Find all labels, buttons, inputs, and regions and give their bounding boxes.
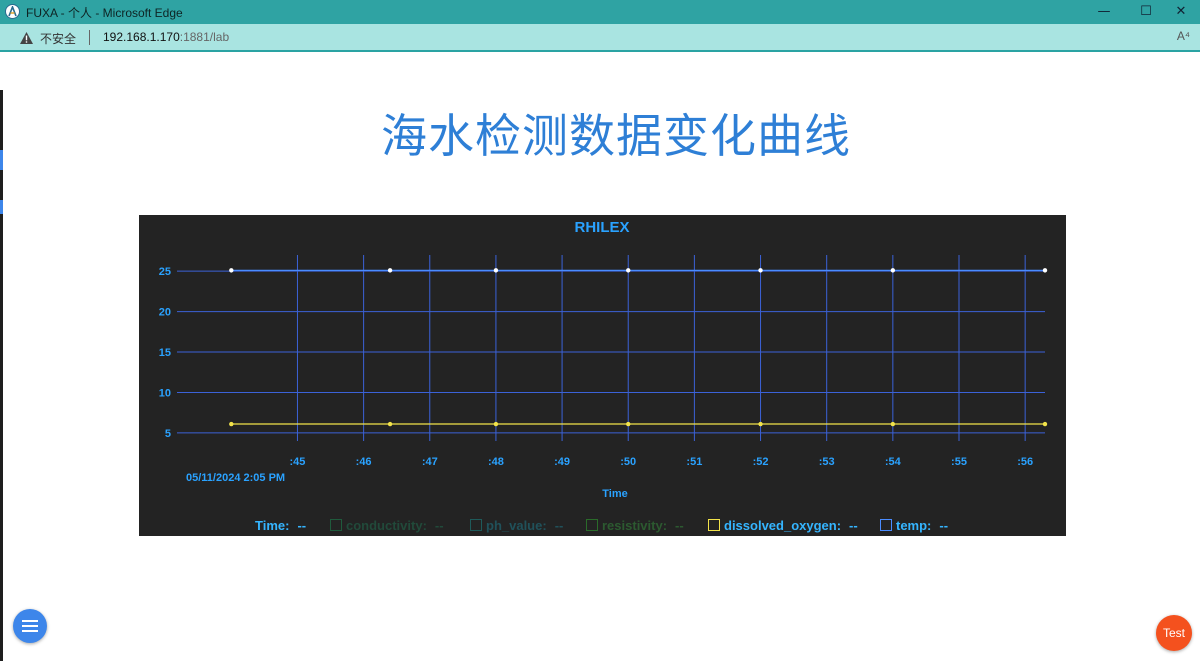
data-point-dissolved-oxygen <box>387 421 393 427</box>
data-point-temp <box>1042 268 1048 273</box>
y-tick-label: 10 <box>159 387 171 399</box>
data-point-temp <box>493 268 499 273</box>
close-button[interactable]: ✕ <box>1158 0 1200 24</box>
data-point-temp <box>387 268 393 273</box>
data-point-dissolved-oxygen <box>1042 421 1048 427</box>
address-separator <box>89 30 90 45</box>
chart-title: RHILEX <box>574 219 629 236</box>
left-window-edge <box>0 90 3 661</box>
x-tick-label: :51 <box>686 456 702 468</box>
x-tick-label: :55 <box>951 456 967 468</box>
legend-label: conductivity: <box>346 518 427 533</box>
window-title-bar: FUXA - 个人 - Microsoft Edge — ☐ ✕ <box>0 0 1200 24</box>
fuxa-app-icon <box>5 4 20 19</box>
url-path: :1881/lab <box>179 30 230 44</box>
legend-swatch <box>708 519 720 531</box>
data-point-dissolved-oxygen <box>493 421 499 427</box>
legend-time-label: Time: <box>255 518 290 533</box>
legend-item-dissolved-oxygen[interactable]: dissolved_oxygen: -- <box>708 518 858 533</box>
legend-time-value: -- <box>297 518 307 533</box>
data-point-temp <box>229 268 234 273</box>
y-tick-label: 20 <box>159 307 171 319</box>
url-text[interactable]: 192.168.1.170:1881/lab <box>103 30 229 44</box>
legend-value: -- <box>849 518 858 533</box>
test-button[interactable]: Test <box>1156 615 1192 651</box>
menu-button[interactable] <box>13 609 47 643</box>
legend-label: dissolved_oxygen: <box>724 518 842 533</box>
x-tick-label: :54 <box>885 456 902 468</box>
x-tick-label: :56 <box>1017 456 1033 468</box>
legend-item-resistivity[interactable]: resistivity: -- <box>586 518 684 533</box>
legend-swatch <box>470 519 482 531</box>
legend-swatch <box>586 519 598 531</box>
legend-label: temp: <box>896 518 932 533</box>
legend-value: -- <box>554 518 564 533</box>
x-tick-label: :45 <box>290 456 306 468</box>
data-point-temp <box>758 268 763 273</box>
data-point-dissolved-oxygen <box>229 421 234 427</box>
x-tick-label: :52 <box>753 456 769 468</box>
chart-legend: Time: -- conductivity: -- ph_value: -- resisti… <box>139 517 1066 537</box>
security-label[interactable]: 不安全 <box>40 30 76 47</box>
legend-item-temp[interactable]: temp: -- <box>880 518 948 533</box>
menu-icon-bar <box>22 630 38 632</box>
x-start-date-label: 05/11/2024 2:05 PM <box>186 472 285 484</box>
warning-icon[interactable] <box>19 30 34 49</box>
y-tick-label: 5 <box>165 428 171 440</box>
x-tick-label: :53 <box>819 456 835 468</box>
y-tick-label: 25 <box>159 266 171 278</box>
menu-icon-bar <box>22 620 38 622</box>
data-point-dissolved-oxygen <box>758 421 763 427</box>
data-point-dissolved-oxygen <box>890 421 896 427</box>
data-point-dissolved-oxygen <box>626 421 631 427</box>
read-aloud-icon[interactable]: A⁴ <box>1177 29 1190 43</box>
y-tick-label: 15 <box>159 347 171 359</box>
x-tick-label: :48 <box>488 456 504 468</box>
edge-marker <box>0 200 3 214</box>
data-point-temp <box>890 268 896 273</box>
legend-label: ph_value: <box>486 518 547 533</box>
minimize-button[interactable]: — <box>1081 0 1127 24</box>
line-chart: RHILEX 5 10 15 20 25 :45 :46 :47 :48 :49 :50 :51 :52:… <box>159 219 1048 500</box>
legend-value: -- <box>939 518 949 533</box>
window-title: FUXA - 个人 - Microsoft Edge <box>26 6 183 20</box>
data-point-temp <box>626 268 631 273</box>
page-title: 海水检测数据变化曲线 <box>381 109 851 163</box>
x-tick-label: :46 <box>356 456 372 468</box>
legend-item-conductivity[interactable]: conductivity: -- <box>330 518 444 533</box>
legend-swatch <box>330 519 342 531</box>
x-axis-label: Time <box>602 488 627 500</box>
legend-label: resistivity: <box>602 518 668 533</box>
address-bar[interactable]: 不安全 192.168.1.170:1881/lab A⁴ <box>0 24 1200 52</box>
legend-value: -- <box>434 518 444 533</box>
menu-icon-bar <box>22 625 38 627</box>
legend-swatch <box>880 519 892 531</box>
legend-item-ph-value[interactable]: ph_value: -- <box>470 518 563 533</box>
x-tick-label: :50 <box>620 456 636 468</box>
url-host: 192.168.1.170 <box>103 30 180 44</box>
x-tick-label: :47 <box>422 456 438 468</box>
legend-value: -- <box>675 518 684 533</box>
chart-panel: RHILEX 5 10 15 20 25 :45 :46 :47 :48 :49 :50 :51 :52:… <box>139 215 1066 536</box>
x-tick-label: :49 <box>554 456 570 468</box>
legend-time[interactable]: Time: -- <box>255 518 306 533</box>
